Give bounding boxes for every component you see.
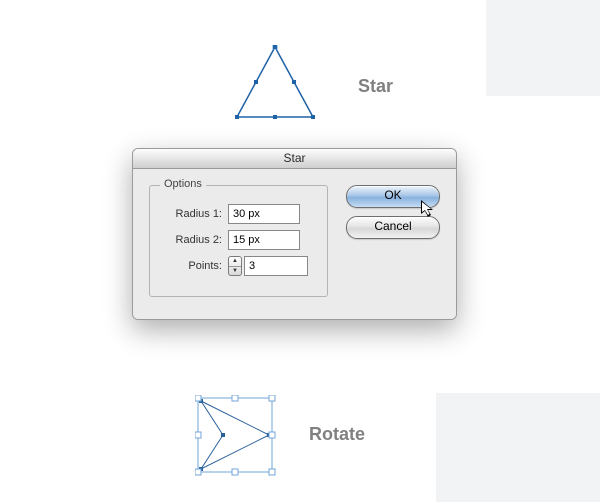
stepper-down-icon[interactable]: ▼ [229, 267, 241, 276]
row-points: Points: ▲ ▼ [160, 256, 317, 276]
fieldset-legend: Options [160, 178, 206, 190]
options-fieldset: Options Radius 1: Radius 2: Points: ▲ ▼ [149, 185, 328, 297]
label-rotate: Rotate [309, 424, 365, 445]
arrow-shape [201, 401, 269, 469]
canvas-rotated-shape [195, 395, 277, 480]
dialog-body: Options Radius 1: Radius 2: Points: ▲ ▼ … [133, 169, 456, 319]
label-radius1: Radius 1: [160, 208, 228, 220]
input-radius1[interactable] [228, 204, 300, 224]
row-radius1: Radius 1: [160, 204, 317, 224]
cancel-button[interactable]: Cancel [346, 216, 440, 239]
points-stepper[interactable]: ▲ ▼ [228, 256, 242, 276]
stepper-up-icon[interactable]: ▲ [229, 257, 241, 267]
star-dialog: Star Options Radius 1: Radius 2: Points:… [132, 148, 457, 320]
input-radius2[interactable] [228, 230, 300, 250]
canvas-selected-triangle [233, 45, 318, 125]
bg-patch [486, 0, 600, 96]
label-star: Star [358, 76, 393, 97]
bg-patch [436, 393, 600, 502]
input-points[interactable] [244, 256, 308, 276]
ok-button[interactable]: OK [346, 185, 440, 208]
row-radius2: Radius 2: [160, 230, 317, 250]
triangle-shape [237, 47, 313, 117]
dialog-buttons: OK Cancel [328, 185, 440, 297]
label-radius2: Radius 2: [160, 234, 228, 246]
dialog-title: Star [133, 149, 456, 169]
label-points: Points: [160, 260, 228, 272]
